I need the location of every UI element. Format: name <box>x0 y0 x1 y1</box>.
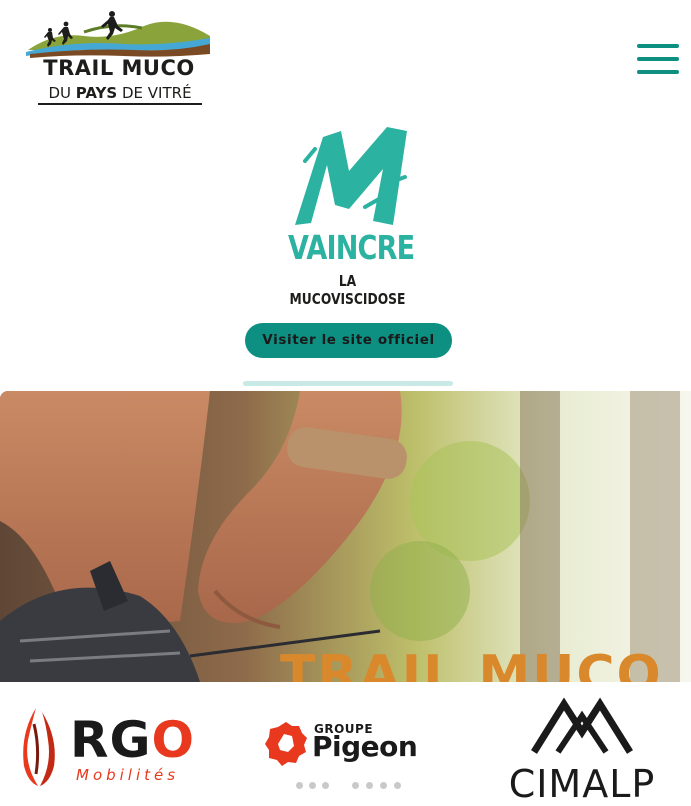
association-name: VAINCRE <box>288 228 415 267</box>
sponsor-rgo[interactable]: RGO Mobilités <box>14 704 214 788</box>
runner-tying-shoelace-photo <box>0 391 691 682</box>
hamburger-menu-icon[interactable] <box>637 44 679 76</box>
visit-official-site-button[interactable]: Visiter le site officiel <box>245 323 452 358</box>
carousel-dot[interactable] <box>394 782 401 789</box>
cimalp-wordmark: CIMALP <box>508 762 656 806</box>
vaincre-m-icon <box>295 127 407 225</box>
carousel-dot[interactable] <box>322 782 329 789</box>
section-scroll-indicator <box>243 381 453 386</box>
sponsor-pigeon[interactable]: GROUPE Pigeon <box>264 720 436 770</box>
pigeon-wordmark: Pigeon <box>312 730 418 763</box>
carousel-dot[interactable] <box>352 782 359 789</box>
rgo-wordmark: RGO <box>70 711 196 769</box>
rgo-logo-icon <box>23 708 55 786</box>
logo-subtitle: DU PAYS DE VITRÉ <box>38 84 202 105</box>
association-tagline: LA MUCOVISCIDOSE <box>289 272 406 308</box>
carousel-dot[interactable] <box>309 782 316 789</box>
association-logo[interactable]: VAINCRE LA MUCOVISCIDOSE <box>275 125 420 308</box>
carousel-dot[interactable] <box>380 782 387 789</box>
site-logo[interactable]: TRAIL MUCO DU PAYS DE VITRÉ <box>24 10 214 110</box>
hero-banner: TRAIL MUCO <box>0 391 691 682</box>
logo-title: TRAIL MUCO <box>43 56 195 80</box>
sponsor-cimalp[interactable]: CIMALP <box>502 690 662 806</box>
cimalp-mountains-icon <box>531 697 633 754</box>
trail-runners-landscape-icon <box>26 11 210 58</box>
rgo-subtitle: Mobilités <box>76 766 180 784</box>
carousel-dot[interactable] <box>296 782 303 789</box>
carousel-dot[interactable] <box>366 782 373 789</box>
pigeon-badge-icon <box>265 722 307 766</box>
sponsors-carousel: RGO Mobilités GROUPE Pigeon CIMALP <box>0 682 691 806</box>
hero-title: TRAIL MUCO <box>280 645 663 682</box>
